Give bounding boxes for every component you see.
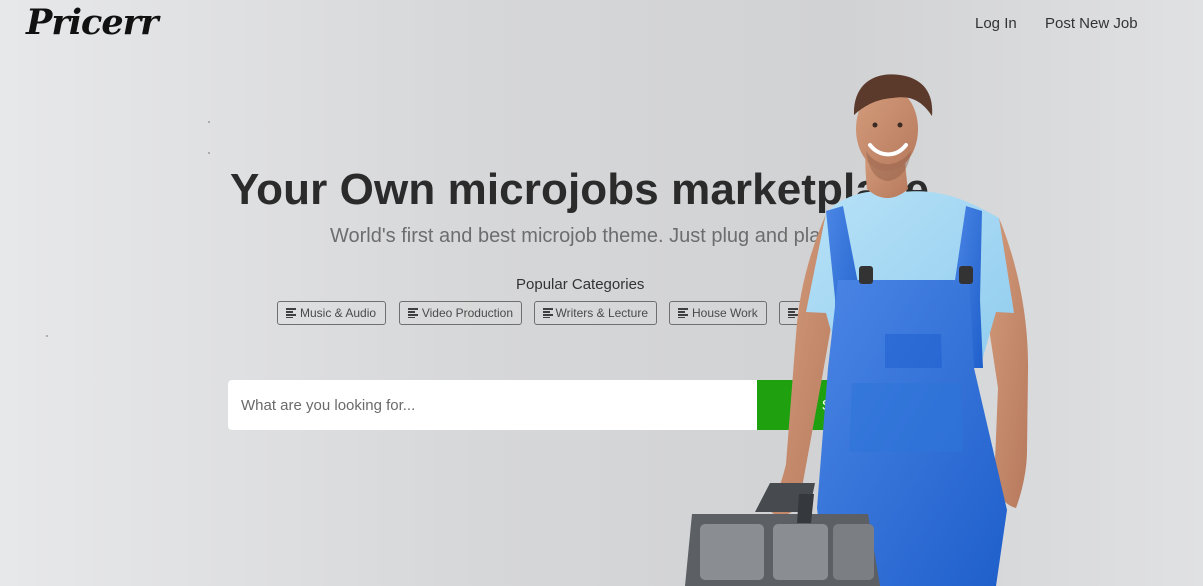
popular-categories-title: Popular Categories [516, 276, 645, 293]
list-icon [543, 308, 553, 318]
worker-illustration [685, 74, 1029, 586]
category-label: Writers & Lecture [555, 306, 648, 320]
category-button-programming[interactable]: Programming [779, 301, 880, 325]
background-dot [208, 121, 210, 123]
category-button-video-production[interactable]: Video Production [399, 301, 522, 325]
category-label: Video Production [421, 306, 513, 320]
search-button[interactable]: Search [757, 380, 934, 430]
search-bar: Search [228, 380, 934, 430]
category-label: Music & Audio [300, 306, 377, 320]
list-icon [788, 308, 798, 318]
search-input[interactable] [228, 380, 757, 430]
category-button-writers-lecture[interactable]: Writers & Lecture [534, 301, 657, 325]
page: Pricerr Log In Post New Job Your Own mic… [0, 0, 1203, 586]
category-label: House Work [692, 306, 758, 320]
category-button-house-work[interactable]: House Work [669, 301, 767, 325]
login-link[interactable]: Log In [975, 15, 1017, 32]
hero-subtitle: World's first and best microjob theme. J… [330, 225, 831, 247]
background-dot [208, 152, 210, 154]
list-icon [286, 308, 296, 318]
category-label: Programming [798, 306, 871, 320]
top-navigation: Pricerr Log In Post New Job [0, 0, 1203, 50]
list-icon [678, 308, 688, 318]
hero-title: Your Own microjobs marketplace [230, 165, 930, 214]
background-dot [46, 335, 48, 337]
category-button-music-audio[interactable]: Music & Audio [277, 301, 386, 325]
logo[interactable]: Pricerr [26, 0, 159, 45]
list-icon [408, 308, 418, 318]
post-new-job-link[interactable]: Post New Job [1045, 15, 1138, 32]
